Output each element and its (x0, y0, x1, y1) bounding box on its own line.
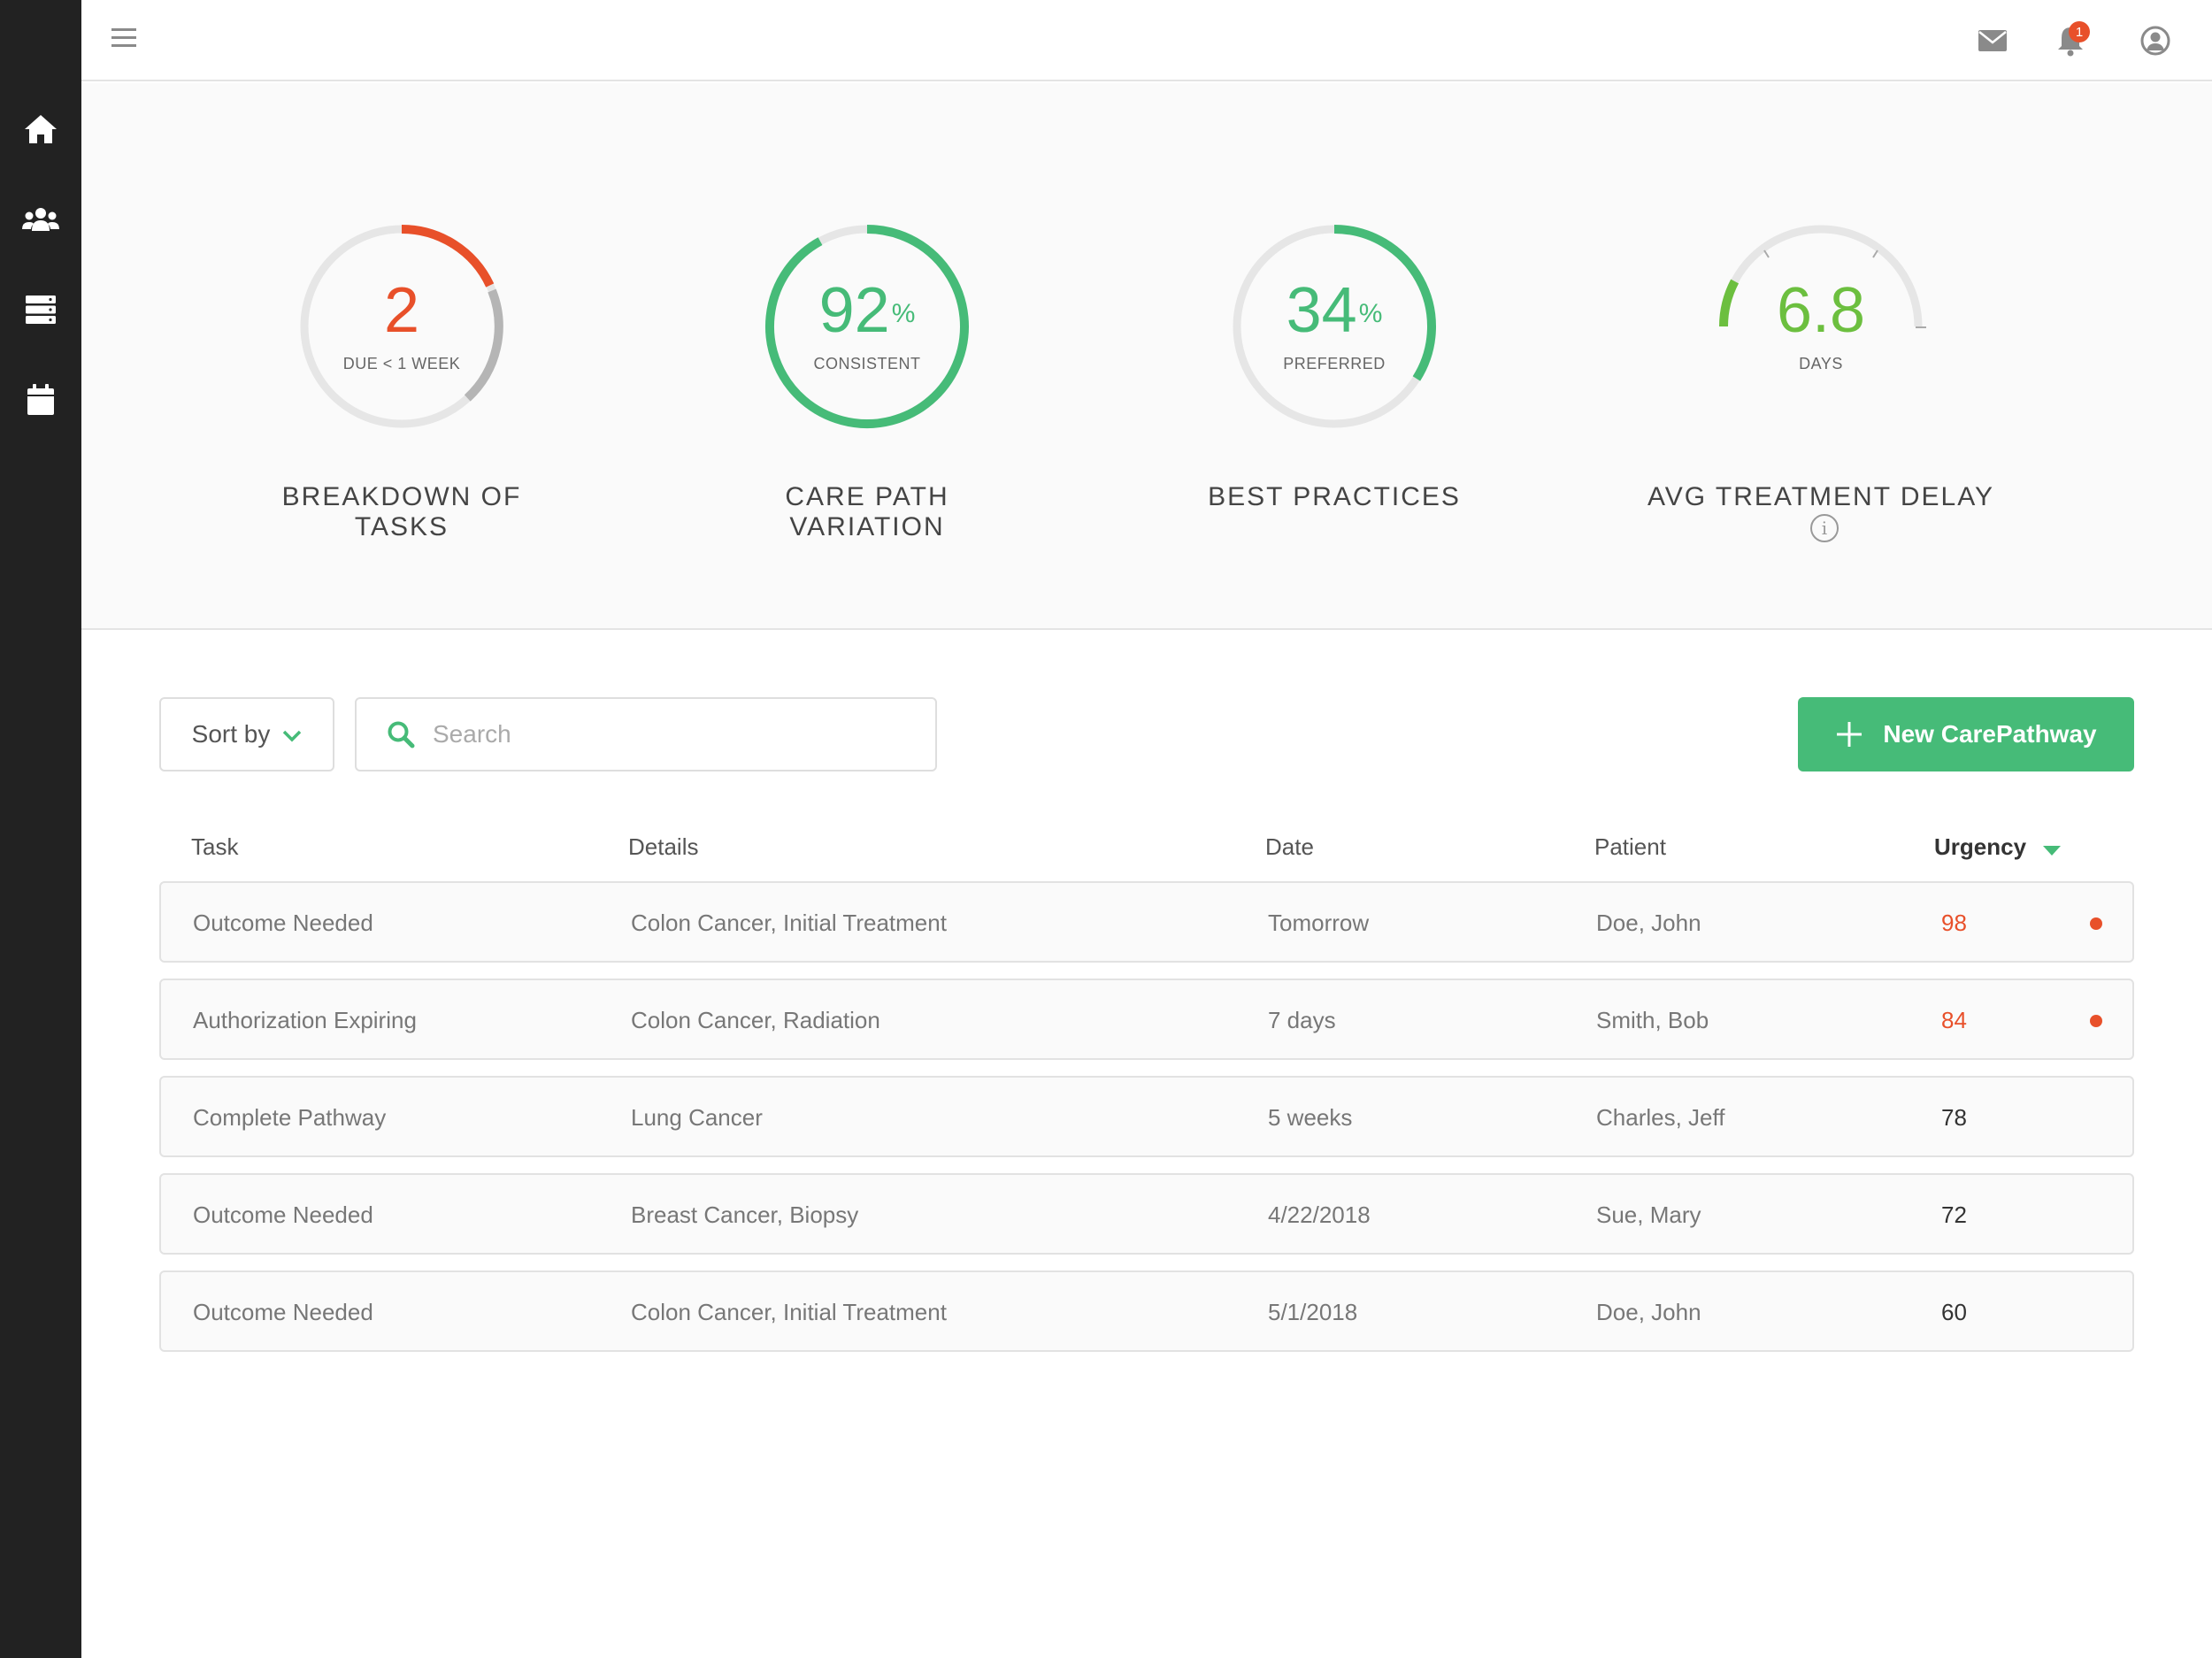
date-cell: 5 weeks (1268, 1104, 1353, 1131)
treatment-delay-value: 6.8 (1776, 275, 1866, 346)
metrics-panel: 2 DUE < 1 WEEK BREAKDOWN OF TASKS 92% CO… (81, 83, 2212, 630)
users-icon (22, 208, 59, 231)
urgent-indicator (2090, 917, 2102, 930)
table-row[interactable]: Outcome Needed Colon Cancer, Initial Tre… (159, 1270, 2134, 1352)
best-practices-sublabel: PREFERRED (1283, 355, 1386, 372)
calendar-icon (27, 384, 54, 415)
urgency-cell: 60 (1941, 1299, 1967, 1325)
task-cell: Complete Pathway (193, 1104, 387, 1131)
search-icon (387, 720, 415, 748)
patient-cell: Charles, Jeff (1596, 1104, 1725, 1131)
plus-icon (1835, 720, 1863, 748)
table-row[interactable]: Complete Pathway Lung Cancer 5 weeks Cha… (159, 1076, 2134, 1157)
urgent-indicator (2090, 1015, 2102, 1027)
details-cell: Colon Cancer, Radiation (631, 1007, 880, 1033)
search-input[interactable] (433, 720, 893, 748)
metric-title-treatment-delay: AVG TREATMENT DELAYi (1644, 482, 1998, 543)
table-row[interactable]: Outcome Needed Colon Cancer, Initial Tre… (159, 881, 2134, 963)
care-path-sublabel: CONSISTENT (813, 355, 921, 372)
date-cell: Tomorrow (1268, 910, 1370, 936)
details-cell: Breast Cancer, Biopsy (631, 1201, 859, 1228)
details-cell: Lung Cancer (631, 1104, 763, 1131)
column-header-date[interactable]: Date (1265, 833, 1314, 861)
new-carepathway-label: New CarePathway (1883, 720, 2097, 748)
profile-button[interactable] (2136, 21, 2175, 60)
sort-by-label: Sort by (191, 720, 271, 748)
tasks-sublabel: DUE < 1 WEEK (342, 355, 461, 372)
mail-icon (1978, 30, 2007, 51)
date-cell: 5/1/2018 (1268, 1299, 1358, 1325)
treatment-delay-sublabel: DAYS (1799, 355, 1843, 372)
task-cell: Authorization Expiring (193, 1007, 417, 1033)
date-cell: 4/22/2018 (1268, 1201, 1371, 1228)
sidebar-item-users[interactable] (19, 198, 62, 241)
metric-treatment-delay: 6.8 DAYS AVG TREATMENT DELAYi (1644, 220, 1998, 543)
date-cell: 7 days (1268, 1007, 1336, 1033)
details-cell: Colon Cancer, Initial Treatment (631, 910, 947, 936)
metric-title-best-practices: BEST PRACTICES (1208, 482, 1461, 511)
patient-cell: Smith, Bob (1596, 1007, 1709, 1033)
task-cell: Outcome Needed (193, 1299, 373, 1325)
user-icon (2140, 26, 2170, 56)
patient-cell: Doe, John (1596, 910, 1701, 936)
urgency-cell: 98 (1941, 910, 1967, 936)
task-cell: Outcome Needed (193, 1201, 373, 1228)
sort-desc-icon (2042, 835, 2062, 863)
column-header-patient[interactable]: Patient (1594, 833, 1666, 861)
sort-by-dropdown[interactable]: Sort by (159, 697, 334, 771)
column-header-details[interactable]: Details (628, 833, 698, 861)
home-icon (25, 115, 57, 143)
notification-badge: 1 (2069, 21, 2090, 42)
chevron-down-icon (282, 720, 302, 748)
urgency-cell: 84 (1941, 1007, 1967, 1033)
mail-button[interactable] (1973, 21, 2012, 60)
search-field (355, 697, 937, 771)
sidebar-item-home[interactable] (19, 108, 62, 150)
metric-care-path: 92% CONSISTENT CARE PATH VARIATION (708, 220, 1026, 542)
sidebar-item-server[interactable] (19, 288, 62, 331)
sidebar-item-calendar[interactable] (19, 379, 62, 421)
details-cell: Colon Cancer, Initial Treatment (631, 1299, 947, 1325)
patient-cell: Sue, Mary (1596, 1201, 1701, 1228)
metric-title-care-path: CARE PATH VARIATION (785, 482, 949, 541)
tasks-value: 2 (383, 275, 420, 346)
menu-icon (111, 28, 136, 47)
metric-tasks: 2 DUE < 1 WEEK BREAKDOWN OF TASKS (242, 220, 561, 542)
patient-cell: Doe, John (1596, 1299, 1701, 1325)
new-carepathway-button[interactable]: New CarePathway (1798, 697, 2134, 771)
task-cell: Outcome Needed (193, 910, 373, 936)
column-header-urgency[interactable]: Urgency (1934, 833, 2062, 863)
urgency-cell: 72 (1941, 1201, 1967, 1228)
column-header-task[interactable]: Task (191, 833, 238, 861)
notifications-button[interactable]: 1 (2051, 21, 2090, 60)
info-icon[interactable]: i (1810, 514, 1839, 543)
metric-title-tasks: BREAKDOWN OF TASKS (281, 482, 522, 541)
table-row[interactable]: Outcome Needed Breast Cancer, Biopsy 4/2… (159, 1173, 2134, 1255)
top-bar: 1 (81, 0, 2212, 81)
metric-best-practices: 34% PREFERRED BEST PRACTICES (1175, 220, 1494, 512)
table-row[interactable]: Authorization Expiring Colon Cancer, Rad… (159, 979, 2134, 1060)
care-path-value: 92% (818, 275, 916, 346)
menu-button[interactable] (110, 25, 142, 57)
server-icon (26, 296, 56, 324)
sidebar (0, 0, 81, 1658)
table-header: Task Details Date Patient Urgency (159, 823, 2134, 867)
best-practices-value: 34% (1286, 275, 1383, 346)
urgency-cell: 78 (1941, 1104, 1967, 1131)
